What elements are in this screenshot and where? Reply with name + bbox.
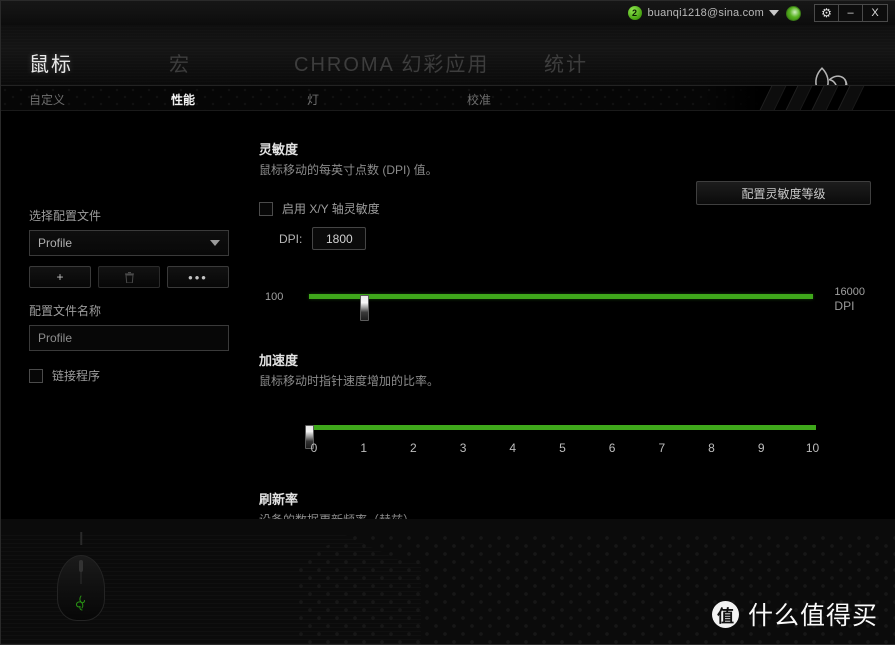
sensitivity-section: 灵敏度 鼠标移动的每英寸点数 (DPI) 值。 启用 X/Y 轴灵敏度 DPI:… [259,139,871,321]
watermark-text: 什么值得买 [747,602,878,630]
title-bar: 2 buanqi1218@sina.com ⚙ – X [1,1,895,25]
tick-0: 0 [310,441,318,455]
dpi-row: DPI: 1800 [259,227,871,250]
xy-sensitivity-label: 启用 X/Y 轴灵敏度 [282,202,380,216]
tick-8: 8 [708,441,715,455]
user-email[interactable]: buanqi1218@sina.com [648,7,765,19]
tick-3: 3 [459,441,467,455]
profile-select-value: Profile [38,236,73,250]
acceleration-description: 鼠标移动时指针速度增加的比率。 [259,374,440,388]
mouse-wheel [79,560,83,572]
acceleration-slider-track[interactable] [305,425,816,449]
chevron-down-icon[interactable] [769,10,779,16]
acceleration-slider[interactable]: 0 1 2 3 4 5 6 7 8 9 10 [259,415,871,461]
watermark-logo-icon: 值 [711,600,739,628]
sensitivity-title: 灵敏度 [259,142,299,157]
main-tab-list: 鼠标 宏 CHROMA 幻彩应用 统计 [1,25,895,85]
dpi-label: DPI: [279,231,303,246]
diagonal-stripes-decoration [701,86,895,110]
settings-button[interactable]: ⚙ [815,5,839,21]
tab-chroma[interactable]: CHROMA 幻彩应用 [294,48,544,85]
profile-select[interactable]: Profile [29,230,229,256]
dpi-input[interactable]: 1800 [312,227,367,250]
razer-synapse-window: 2 buanqi1218@sina.com ⚙ – X 鼠标 宏 CHROMA … [0,0,895,645]
dpi-slider-max-label: 16000 DPI [834,286,865,313]
dpi-slider-min-label: 100 [265,291,284,303]
tick-2: 2 [410,441,417,455]
gear-icon: ⚙ [821,6,832,20]
tick-1: 1 [360,441,368,455]
link-program-checkbox[interactable] [29,368,43,383]
tick-9: 9 [757,441,765,455]
configure-sensitivity-stages-button[interactable]: 配置灵敏度等级 [696,181,871,205]
subtab-performance[interactable]: 性能 [171,91,307,108]
razer-logo-icon [75,595,85,611]
tick-5: 5 [559,441,566,455]
select-profile-label: 选择配置文件 [29,209,102,223]
status-orb-icon[interactable] [786,5,801,21]
profile-sidebar: 选择配置文件 Profile + ••• 配置文件名称 Profile 链接程序 [29,207,229,384]
profile-button-group: + ••• [29,266,229,288]
trash-icon [124,271,134,283]
acceleration-title: 加速度 [259,353,299,368]
ellipsis-icon: ••• [188,269,208,285]
subtab-calibration[interactable]: 校准 [467,91,607,108]
tab-macro[interactable]: 宏 [169,48,294,85]
link-program-label: 链接程序 [52,369,101,383]
mouse-body [57,555,105,621]
more-profile-options-button[interactable]: ••• [167,266,229,288]
add-profile-button[interactable]: + [29,266,91,288]
device-thumbnail[interactable]: Razer DeathAdder Elite 炼狱蝰蛇 精英版 [49,532,113,621]
mouse-cable [80,532,82,545]
dpi-slider-track[interactable] [309,294,813,321]
minimize-button[interactable]: – [839,5,863,21]
tick-10: 10 [805,441,820,455]
xy-sensitivity-checkbox[interactable] [259,201,273,216]
profile-name-label: 配置文件名称 [29,304,102,318]
dpi-slider-handle[interactable] [360,295,370,321]
profile-name-input[interactable]: Profile [29,325,229,351]
acceleration-tick-labels: 0 1 2 3 4 5 6 7 8 9 10 [309,441,820,455]
link-program-row[interactable]: 链接程序 [29,367,229,384]
delete-profile-button[interactable] [98,266,160,288]
content-area: 选择配置文件 Profile + ••• 配置文件名称 Profile 链接程序… [1,111,895,569]
dpi-slider-unit: DPI [834,299,855,313]
sensitivity-description: 鼠标移动的每英寸点数 (DPI) 值。 [259,163,438,177]
subtab-customize[interactable]: 自定义 [29,91,171,108]
tab-mouse[interactable]: 鼠标 [29,48,169,85]
sub-tab-bar: 自定义 性能 灯 校准 [1,85,895,111]
chevron-down-icon [210,240,220,246]
tab-stats[interactable]: 统计 [544,48,664,85]
window-controls: ⚙ – X [814,4,888,22]
tick-4: 4 [509,441,517,455]
tick-6: 6 [608,441,616,455]
watermark: 值 什么值得买 [711,596,878,632]
header-bar: 鼠标 宏 CHROMA 幻彩应用 统计 [1,25,895,138]
acceleration-section: 加速度 鼠标移动时指针速度增加的比率。 0 1 2 3 4 5 6 7 8 9 … [259,350,871,461]
close-button[interactable]: X [863,5,887,21]
performance-panel: 灵敏度 鼠标移动的每英寸点数 (DPI) 值。 启用 X/Y 轴灵敏度 DPI:… [259,139,871,569]
subtab-lighting[interactable]: 灯 [307,91,467,108]
tick-7: 7 [658,441,666,455]
dpi-slider[interactable]: 100 16000 DPI [259,282,871,321]
notification-badge[interactable]: 2 [627,6,642,20]
device-footer-bar: Razer DeathAdder Elite 炼狱蝰蛇 精英版 值 什么值得买 [1,519,895,644]
dpi-slider-max-value: 16000 [834,286,865,298]
polling-rate-title: 刷新率 [259,492,299,507]
